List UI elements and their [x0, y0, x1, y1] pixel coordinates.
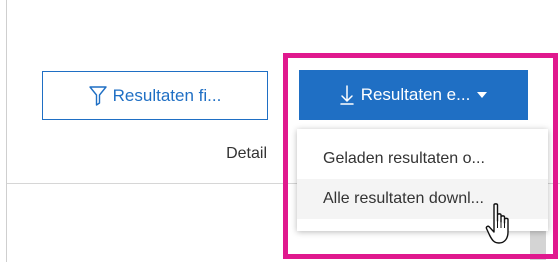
filter-results-label: Resultaten fi...: [112, 85, 222, 105]
export-results-button[interactable]: Resultaten e...: [299, 70, 528, 120]
export-results-label: Resultaten e...: [360, 85, 471, 104]
caret-down-icon: [477, 92, 488, 98]
results-panel: Resultaten fi... Detail Resultaten e... …: [0, 0, 560, 262]
panel-left-border: [6, 0, 7, 262]
download-arrow-icon: [339, 85, 354, 105]
detail-column-header: Detail: [226, 145, 267, 162]
hand-pointer-icon: [484, 202, 514, 246]
filter-icon: [88, 85, 107, 106]
menu-item-export-loaded-results[interactable]: Geladen resultaten o...: [297, 139, 548, 179]
filter-results-button[interactable]: Resultaten fi...: [42, 71, 268, 120]
